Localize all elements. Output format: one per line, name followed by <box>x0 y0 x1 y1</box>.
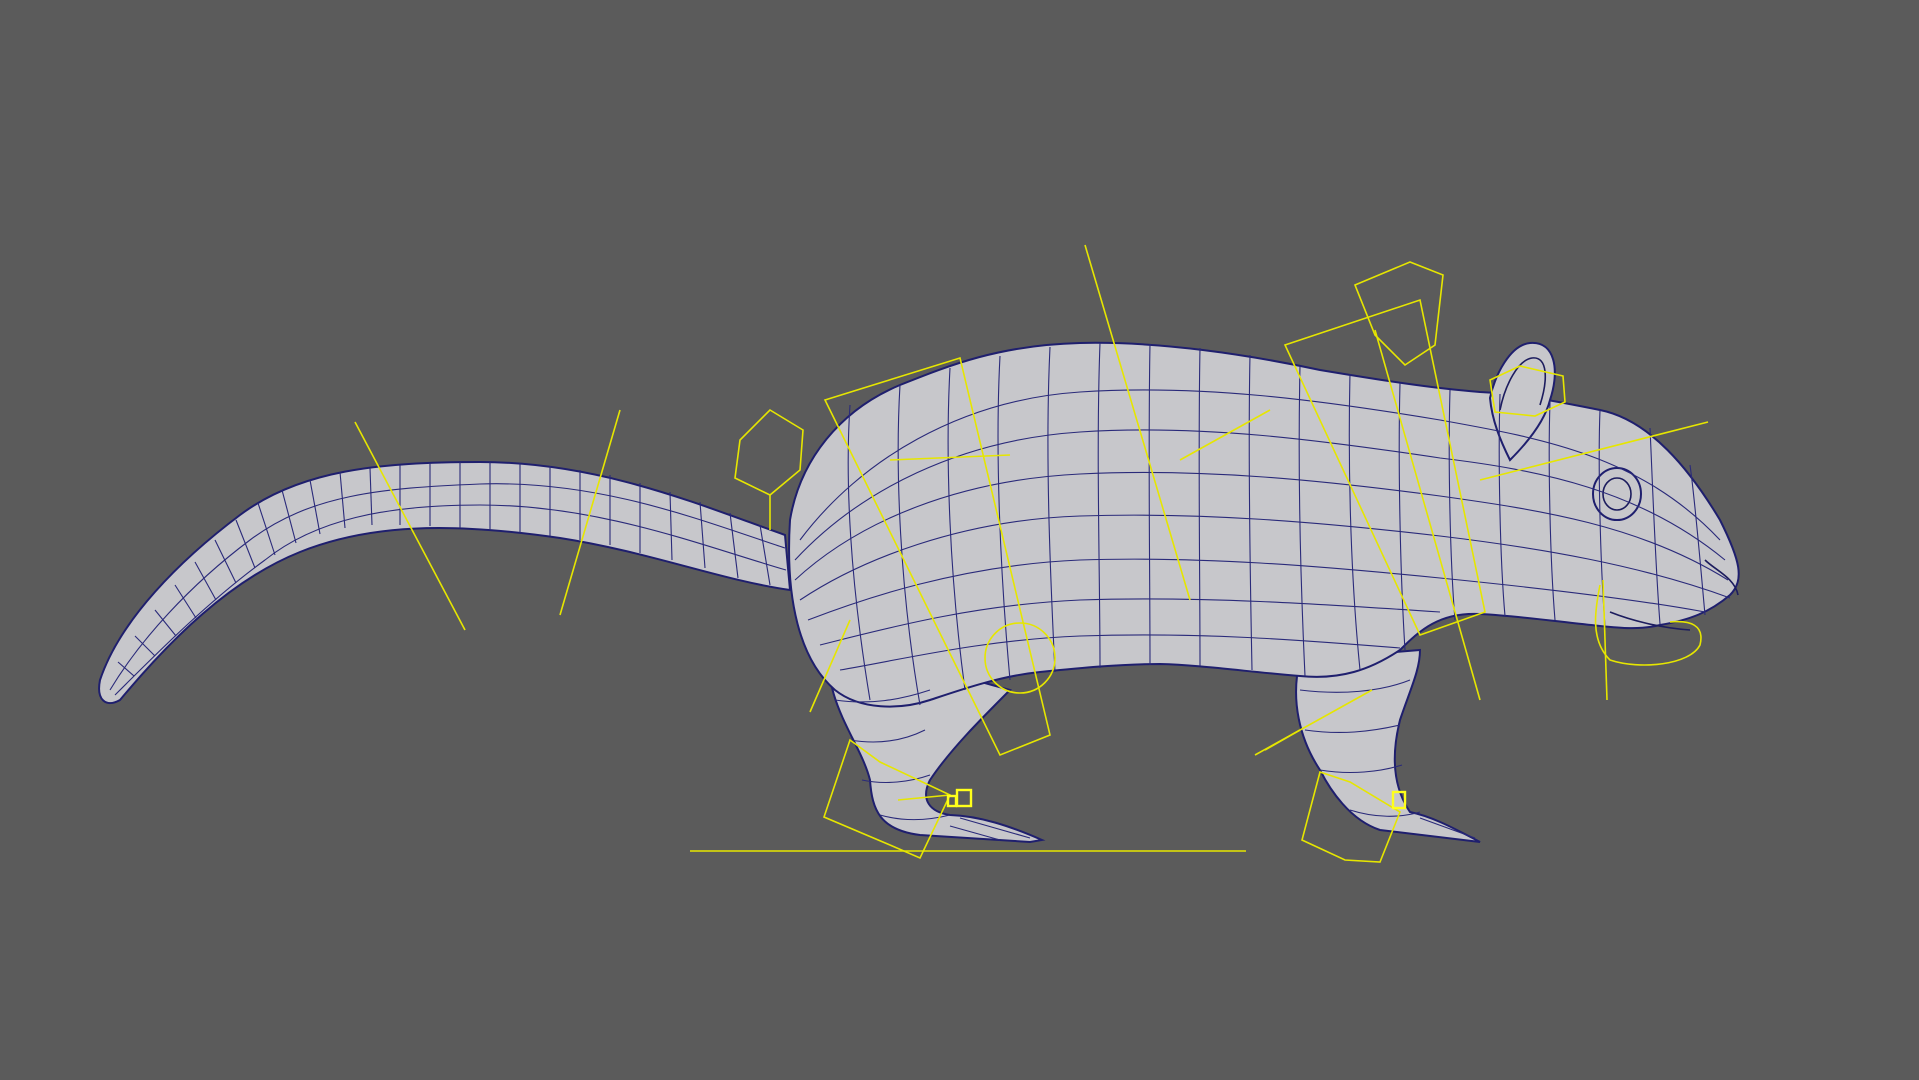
viewport-scene[interactable] <box>0 0 1919 1080</box>
back-foot-ik-control[interactable] <box>955 788 973 808</box>
rat-tail-mesh[interactable] <box>98 460 792 705</box>
hip-control[interactable] <box>734 408 804 496</box>
rat-body-mesh[interactable] <box>788 341 1740 844</box>
3d-viewport[interactable] <box>0 0 1919 1080</box>
